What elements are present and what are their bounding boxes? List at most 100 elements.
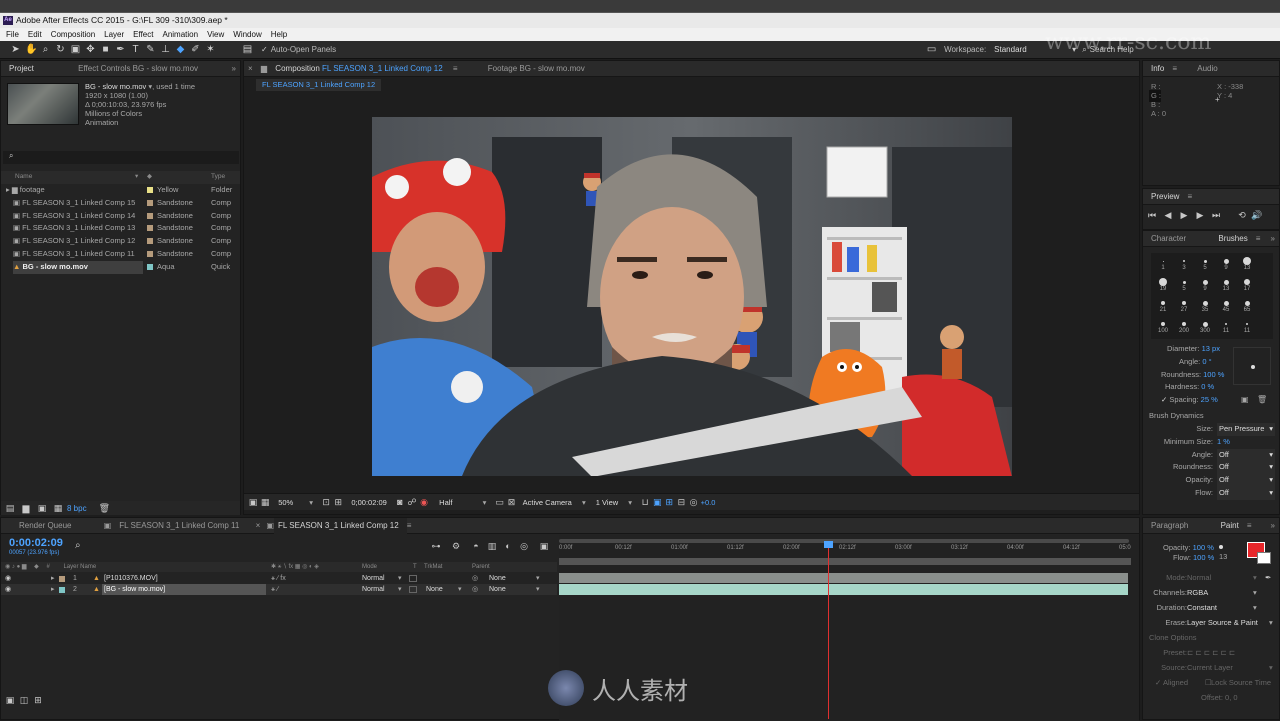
toggle-modes-icon[interactable]: ◫ <box>19 695 29 705</box>
comp-tab-prefix[interactable]: Composition <box>275 64 319 73</box>
visibility-icon[interactable]: ◉ <box>5 575 11 582</box>
draft-3d-icon[interactable]: ⚙ <box>451 541 461 551</box>
channels-dropdown-icon[interactable]: ▾ <box>1253 585 1257 600</box>
hand-tool-icon[interactable]: ✋ <box>25 44 37 55</box>
comp-mini-flowchart-icon[interactable]: ⊶ <box>431 541 441 551</box>
brush-preset-tip[interactable] <box>1202 279 1208 285</box>
resolution-dropdown-icon[interactable]: ▾ <box>483 498 487 507</box>
auto-open-checkbox[interactable]: ✓ <box>261 45 268 54</box>
label-swatch[interactable] <box>147 225 153 232</box>
brush-tool-icon[interactable]: ✎ <box>145 44 156 55</box>
tab-project[interactable]: Project <box>1 61 42 77</box>
toggle-pixel-icon[interactable]: ⊔ <box>640 497 650 507</box>
keyframe-nav-icon[interactable]: ▣ <box>539 541 549 551</box>
channels-select[interactable]: RGBA <box>1187 585 1208 600</box>
new-comp-icon[interactable]: ▣ <box>37 503 47 513</box>
panel-expand-icon[interactable]: » <box>1271 518 1275 534</box>
brush-preset-tip[interactable] <box>1203 259 1207 263</box>
label-swatch[interactable] <box>147 212 153 219</box>
source-select[interactable]: Current Layer <box>1187 660 1233 675</box>
snapshot-icon[interactable]: ◙ <box>395 497 405 507</box>
spacing-value[interactable]: 25 % <box>1201 395 1218 404</box>
mode-dropdown-icon[interactable]: ▾ <box>398 584 402 595</box>
project-item-selected[interactable]: ▲ BG - slow mo.mov Aqua Quick <box>1 260 240 274</box>
brush-preset-tip[interactable] <box>1223 258 1229 264</box>
layer-switches[interactable]: ⚹ ∕ <box>271 584 278 595</box>
brush-presets-grid[interactable]: 1 3 5 9 13 19 5 9 13 17 21 27 35 45 65 100 200 300 11 11 <box>1151 253 1273 339</box>
close-icon[interactable]: × <box>248 64 253 73</box>
duration-dropdown-icon[interactable]: ▾ <box>1253 600 1257 615</box>
roi-icon[interactable]: ⊡ <box>321 497 331 507</box>
offset-value[interactable]: Offset: 0, 0 <box>1201 690 1238 705</box>
parent-pickwhip-icon[interactable]: ◎ <box>472 573 478 584</box>
visibility-icon[interactable]: ◉ <box>5 586 11 593</box>
3d-view-icon[interactable]: ⊠ <box>507 497 517 507</box>
preserve-transparency-checkbox[interactable] <box>409 586 417 593</box>
label-swatch[interactable] <box>147 199 153 206</box>
view-layout-select[interactable]: 1 View <box>596 498 618 507</box>
interpret-footage-icon[interactable]: ▤ <box>5 503 15 513</box>
mode-select[interactable]: Normal <box>362 584 385 595</box>
menu-composition[interactable]: Composition <box>51 30 95 39</box>
label-swatch[interactable] <box>59 587 65 593</box>
project-item[interactable]: ▣ FL SEASON 3_1 Linked Comp 12 Sandstone… <box>1 235 240 248</box>
menu-effect[interactable]: Effect <box>133 30 153 39</box>
expand-icon[interactable]: ▸ <box>51 573 55 584</box>
brush-preset-tip[interactable] <box>1225 323 1227 325</box>
tab-paragraph[interactable]: Paragraph <box>1143 518 1196 534</box>
bit-depth[interactable]: 8 bpc <box>67 504 87 513</box>
dyn-angle-select[interactable]: Off ▾ <box>1217 448 1275 462</box>
col-type[interactable]: Type <box>211 171 225 184</box>
label-swatch[interactable] <box>147 187 153 194</box>
puppet-tool-icon[interactable]: ✶ <box>205 44 216 55</box>
toggle-switches-icon[interactable]: ▣ <box>5 695 15 705</box>
paint-mode-select[interactable]: Normal <box>1187 570 1211 585</box>
view-dropdown-icon[interactable]: ▾ <box>628 498 632 507</box>
dyn-flow-select[interactable]: Off ▾ <box>1217 486 1275 500</box>
brush-preset-tip[interactable] <box>1244 279 1250 285</box>
flow-value[interactable]: 100 % <box>1193 553 1214 562</box>
layer-row[interactable]: ◉ ▸ 1 ▲ [P1010376.MOV] ⚹ ∕ fx Normal ▾ ◎… <box>1 573 557 584</box>
diameter-value[interactable]: 13 px <box>1202 344 1220 353</box>
audio-icon[interactable]: 🔊 <box>1251 210 1262 220</box>
roundness-value[interactable]: 100 % <box>1203 370 1224 379</box>
tab-effect-controls[interactable]: Effect Controls BG - slow mo.mov <box>70 61 206 77</box>
timeline-timecode[interactable]: 0:00:02:09 <box>9 537 63 549</box>
tab-paint[interactable]: Paint <box>1213 518 1247 534</box>
dyn-size-select[interactable]: Pen Pressure ▾ <box>1217 423 1275 436</box>
menu-file[interactable]: File <box>6 30 19 39</box>
parent-select[interactable]: None <box>489 573 506 584</box>
pan-behind-tool-icon[interactable]: ✥ <box>85 44 96 55</box>
layer-row-selected[interactable]: ◉ ▸ 2 ▲ [BG - slow mo.mov] ⚹ ∕ Normal ▾ … <box>1 584 557 595</box>
brush-preset-tip[interactable] <box>1182 280 1186 284</box>
tab-menu-icon[interactable]: ≡ <box>407 521 412 530</box>
trkmat-dropdown-icon[interactable]: ▾ <box>458 584 462 595</box>
roto-brush-tool-icon[interactable]: ✐ <box>190 44 201 55</box>
mode-select[interactable]: Normal <box>362 573 385 584</box>
tab-menu-icon[interactable]: ≡ <box>1256 234 1261 243</box>
camera-tool-icon[interactable]: ▣ <box>70 44 81 55</box>
first-frame-icon[interactable]: ⏮ <box>1147 210 1157 220</box>
mode-dropdown-icon[interactable]: ▾ <box>398 573 402 584</box>
aligned-checkbox[interactable]: ✓ <box>1155 675 1161 690</box>
rectangle-tool-icon[interactable]: ■ <box>100 44 111 55</box>
opacity-value[interactable]: 100 % <box>1193 543 1214 552</box>
camera-dropdown-icon[interactable]: ▾ <box>582 498 586 507</box>
timeline-link-icon[interactable]: ⊞ <box>664 497 674 507</box>
clone-preset-icons[interactable]: ⊏ ⊏ ⊏ ⊏ ⊏ ⊏ <box>1187 645 1235 660</box>
erase-select[interactable]: Layer Source & Paint <box>1187 615 1258 630</box>
menu-window[interactable]: Window <box>233 30 261 39</box>
menu-animation[interactable]: Animation <box>162 30 198 39</box>
brush-preset-tip[interactable] <box>1162 260 1164 262</box>
menu-help[interactable]: Help <box>271 30 287 39</box>
color-channel-icon[interactable]: ◉ <box>419 497 429 507</box>
selection-tool-icon[interactable]: ➤ <box>10 44 21 55</box>
brush-preset-tip[interactable] <box>1161 322 1165 326</box>
resolution-select[interactable]: Half <box>439 498 452 507</box>
expand-icon[interactable]: ▸ <box>51 584 55 595</box>
project-item[interactable]: ▸ ▆ footage Yellow Folder <box>1 184 240 197</box>
project-settings-icon[interactable]: ▦ <box>53 503 63 513</box>
dyn-roundness-select[interactable]: Off ▾ <box>1217 461 1275 475</box>
parent-dropdown-icon[interactable]: ▾ <box>536 584 540 595</box>
pen-tool-icon[interactable]: ✒ <box>115 44 126 55</box>
